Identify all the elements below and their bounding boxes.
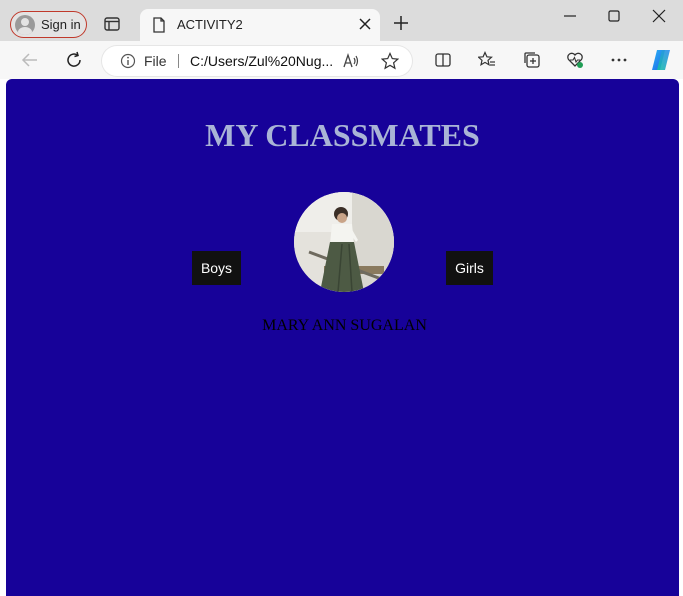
read-aloud-icon[interactable] [342,52,360,70]
minimize-icon[interactable] [563,9,577,23]
more-icon[interactable] [610,51,628,69]
info-icon[interactable] [120,53,136,69]
collections-icon[interactable] [523,51,541,69]
browser-tab[interactable]: ACTIVITY2 [140,9,380,41]
refresh-icon[interactable] [65,51,83,69]
boys-button[interactable]: Boys [192,251,241,285]
close-icon[interactable] [358,17,372,31]
tab-actions-icon[interactable] [104,17,120,31]
tab-bar: Sign in ACTIVITY2 [0,0,683,41]
back-arrow-icon[interactable] [21,51,39,69]
star-icon[interactable] [381,52,399,70]
address-bar[interactable]: File C:/Users/Zul%20Nug... [102,46,412,76]
address-divider [178,54,179,68]
page-icon [153,17,165,33]
classmate-photo-image [294,192,394,292]
sign-in-button[interactable]: Sign in [10,11,87,38]
tab-title: ACTIVITY2 [177,17,243,32]
classmate-name: MARY ANN SUGALAN [262,317,427,334]
sign-in-label: Sign in [41,17,81,32]
copilot-icon[interactable] [649,48,673,72]
browser-essentials-icon[interactable] [566,51,584,69]
plus-icon[interactable] [393,15,409,31]
split-screen-icon[interactable] [434,51,452,69]
classmate-photo [294,192,394,292]
favorites-icon[interactable] [478,51,496,69]
browser-toolbar: File C:/Users/Zul%20Nug... [0,41,683,79]
girls-button[interactable]: Girls [446,251,493,285]
page-title: MY CLASSMATES [205,117,480,153]
maximize-icon[interactable] [607,9,621,23]
page-content: MY CLASSMATES Boys Girls MARY ANN SUGALA… [6,79,679,596]
close-window-icon[interactable] [652,9,666,23]
address-scheme: File [144,53,167,69]
address-url[interactable]: C:/Users/Zul%20Nug... [190,53,333,69]
person-icon [15,14,35,35]
